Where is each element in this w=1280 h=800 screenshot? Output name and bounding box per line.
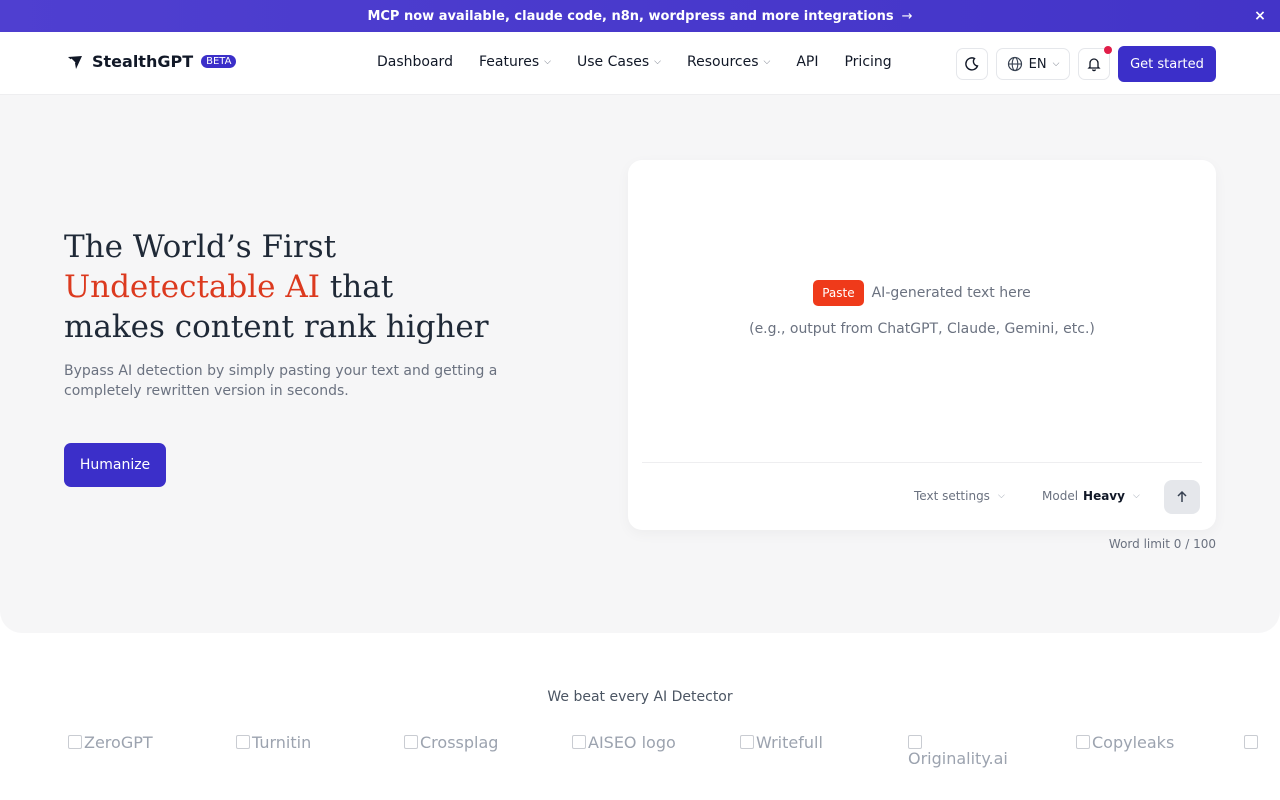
detector-logo [1244, 733, 1280, 765]
language-value: EN [1028, 56, 1047, 72]
close-icon[interactable]: × [1252, 8, 1268, 24]
broken-image-icon [68, 735, 82, 749]
notifications-button[interactable] [1078, 46, 1112, 80]
text-settings-label: Text settings [914, 489, 990, 503]
chevron-down-icon: ⌵ [997, 491, 1005, 501]
model-dropdown[interactable]: Model Heavy ⌵ [1042, 489, 1140, 503]
text-editor-card[interactable]: Paste AI-generated text here (e.g., outp… [628, 160, 1216, 530]
nav-dashboard-label: Dashboard [377, 54, 453, 70]
detector-logo-alt: Copyleaks [1092, 733, 1175, 752]
broken-image-icon [404, 735, 418, 749]
detector-logo-alt: Turnitin [252, 733, 312, 752]
detector-logo: Copyleaks [1076, 733, 1216, 765]
broken-image-icon [740, 735, 754, 749]
broken-image-icon [908, 735, 922, 749]
theme-toggle-button[interactable] [956, 48, 988, 80]
detector-logo: AISEO logo [572, 733, 712, 765]
nav-use-cases-label: Use Cases [577, 54, 650, 70]
editor-divider [642, 462, 1202, 463]
hero-title-after-accent: that [319, 269, 394, 305]
nav-features-label: Features [478, 54, 540, 70]
nav-resources-label: Resources [687, 54, 759, 70]
detector-logos: ZeroGPT Turnitin Crossplag AISEO logo Wr… [68, 733, 1280, 773]
chevron-down-icon: ⌵ [544, 57, 551, 67]
nav-api-label: API [796, 54, 819, 70]
paste-prompt-text: AI-generated text here [871, 285, 1031, 301]
nav-resources[interactable]: Resources ⌵ [687, 54, 770, 70]
brand-name: StealthGPT [92, 52, 194, 71]
chevron-down-icon: ⌵ [1132, 491, 1140, 501]
site-header: StealthGPT BETA Dashboard Features ⌵ Use … [0, 32, 1280, 95]
arrow-right-icon: → [901, 8, 913, 24]
hero-title-line1: The World’s First [64, 229, 337, 265]
nav-api[interactable]: API [796, 54, 818, 70]
banner-text[interactable]: MCP now available, claude code, n8n, wor… [367, 9, 893, 24]
word-limit: Word limit 0 / 100 [1108, 537, 1216, 551]
arrow-up-icon [1177, 490, 1187, 502]
nav-pricing-label: Pricing [844, 54, 892, 70]
paste-prompt: Paste AI-generated text here [628, 280, 1216, 306]
detector-logo: Originality.ai [908, 733, 1048, 768]
example-hint: (e.g., output from ChatGPT, Claude, Gemi… [749, 321, 1095, 337]
detector-logo: Crossplag [404, 733, 544, 765]
detector-logo: ZeroGPT [68, 733, 208, 765]
stealthgpt-logo-icon [68, 55, 82, 69]
brand-logo[interactable]: StealthGPT BETA [66, 52, 237, 71]
broken-image-icon [572, 735, 586, 749]
text-settings-dropdown[interactable]: Text settings ⌵ [914, 489, 1005, 503]
detector-logo-alt: ZeroGPT [84, 733, 153, 752]
humanize-button[interactable]: Humanize [64, 443, 166, 487]
broken-image-icon [1244, 735, 1258, 749]
hero-title: The World’s First Undetectable AI that m… [64, 227, 584, 347]
model-value: Heavy [1083, 489, 1125, 503]
get-started-button[interactable]: Get started [1118, 46, 1216, 82]
chevron-down-icon: ⌵ [654, 57, 661, 67]
model-label: Model [1042, 489, 1079, 503]
paste-button[interactable]: Paste [813, 280, 864, 306]
nav-features[interactable]: Features ⌵ [479, 54, 551, 70]
globe-icon [1007, 56, 1022, 72]
language-select[interactable]: EN ⌵ [996, 48, 1070, 80]
detector-logo-alt: Crossplag [420, 733, 499, 752]
bell-icon [1087, 58, 1101, 72]
moon-icon [965, 57, 979, 71]
detector-logo: Writefull [740, 733, 880, 765]
announcement-banner[interactable]: MCP now available, claude code, n8n, wor… [0, 0, 1280, 32]
broken-image-icon [236, 735, 250, 749]
chevron-down-icon: ⌵ [1052, 59, 1060, 69]
beta-badge: BETA [201, 55, 237, 68]
hero-title-accent: Undetectable AI [64, 269, 320, 305]
detectors-heading: We beat every AI Detector [547, 689, 733, 705]
hero-section: The World’s First Undetectable AI that m… [0, 95, 1280, 633]
main-nav: Dashboard Features ⌵ Use Cases ⌵ Resources… [377, 54, 918, 70]
detector-logo: Turnitin [236, 733, 376, 765]
submit-button[interactable] [1164, 480, 1200, 514]
nav-dashboard[interactable]: Dashboard [377, 54, 453, 70]
chevron-down-icon: ⌵ [763, 57, 771, 67]
notification-dot [1104, 46, 1112, 54]
hero-title-line3: makes content rank higher [64, 309, 489, 345]
nav-use-cases[interactable]: Use Cases ⌵ [577, 54, 661, 70]
nav-pricing[interactable]: Pricing [844, 54, 891, 70]
detector-logo-alt: Originality.ai [908, 749, 1008, 768]
detector-logo-alt: AISEO logo [588, 733, 676, 752]
broken-image-icon [1076, 735, 1090, 749]
detector-logo-alt: Writefull [756, 733, 823, 752]
hero-subtitle: Bypass AI detection by simply pasting yo… [64, 363, 498, 399]
